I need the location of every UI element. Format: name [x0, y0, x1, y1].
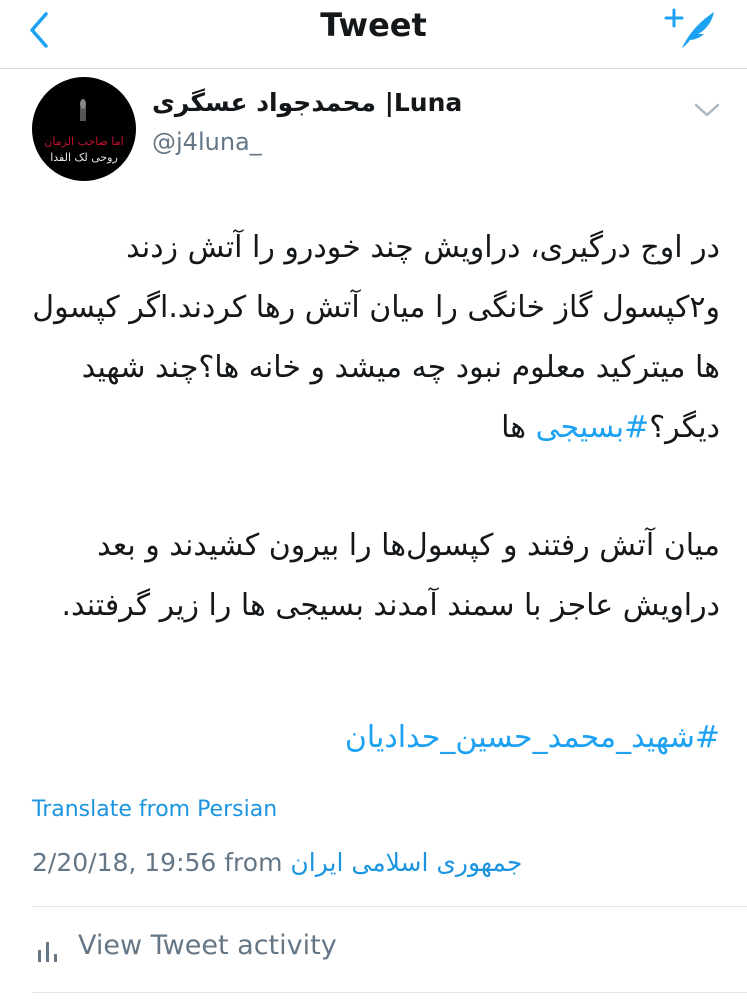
top-bar: Tweet — [0, 0, 747, 69]
activity-label: View Tweet activity — [78, 930, 337, 961]
divider — [32, 906, 747, 907]
tweet-text-tail: ها — [501, 410, 536, 445]
tweet-text-paragraph-2: میان آتش رفتند و کپسول‌ها را بیرون کشیدن… — [61, 528, 720, 623]
bar-chart-icon — [38, 942, 57, 962]
tweet-text-paragraph-1: در اوج درگیری، دراویش چند خودرو را آتش ز… — [30, 218, 720, 458]
compose-tweet-button[interactable] — [660, 6, 720, 54]
page-title: Tweet — [320, 6, 427, 44]
candle-icon — [80, 99, 86, 121]
translate-link[interactable]: Translate from Persian — [32, 797, 277, 822]
author-handle[interactable]: @j4luna_ — [152, 128, 262, 156]
avatar-caption-2: روحی لک الفدا — [50, 151, 118, 164]
divider — [32, 992, 747, 993]
chevron-down-icon — [694, 103, 720, 117]
hashtag-link[interactable]: #بسیجی — [536, 410, 650, 445]
timestamp: 2/20/18, 19:56 from — [32, 848, 283, 877]
avatar-caption-1: اما صاحب الزمان — [44, 135, 124, 148]
avatar[interactable]: اما صاحب الزمان روحی لک الفدا — [32, 77, 136, 181]
hashtag-line: #شهید_محمد_حسین_حدادیان — [30, 708, 720, 768]
hashtag-link[interactable]: #شهید_محمد_حسین_حدادیان — [345, 720, 720, 755]
tweet-metadata: 2/20/18, 19:56 from جمهوری اسلامی ایران — [32, 848, 522, 877]
author-display-name[interactable]: محمدجواد عسگری |Luna — [152, 88, 462, 117]
location-link[interactable]: جمهوری اسلامی ایران — [290, 848, 522, 877]
compose-tweet-icon — [664, 8, 714, 48]
more-options-button[interactable] — [690, 95, 724, 125]
